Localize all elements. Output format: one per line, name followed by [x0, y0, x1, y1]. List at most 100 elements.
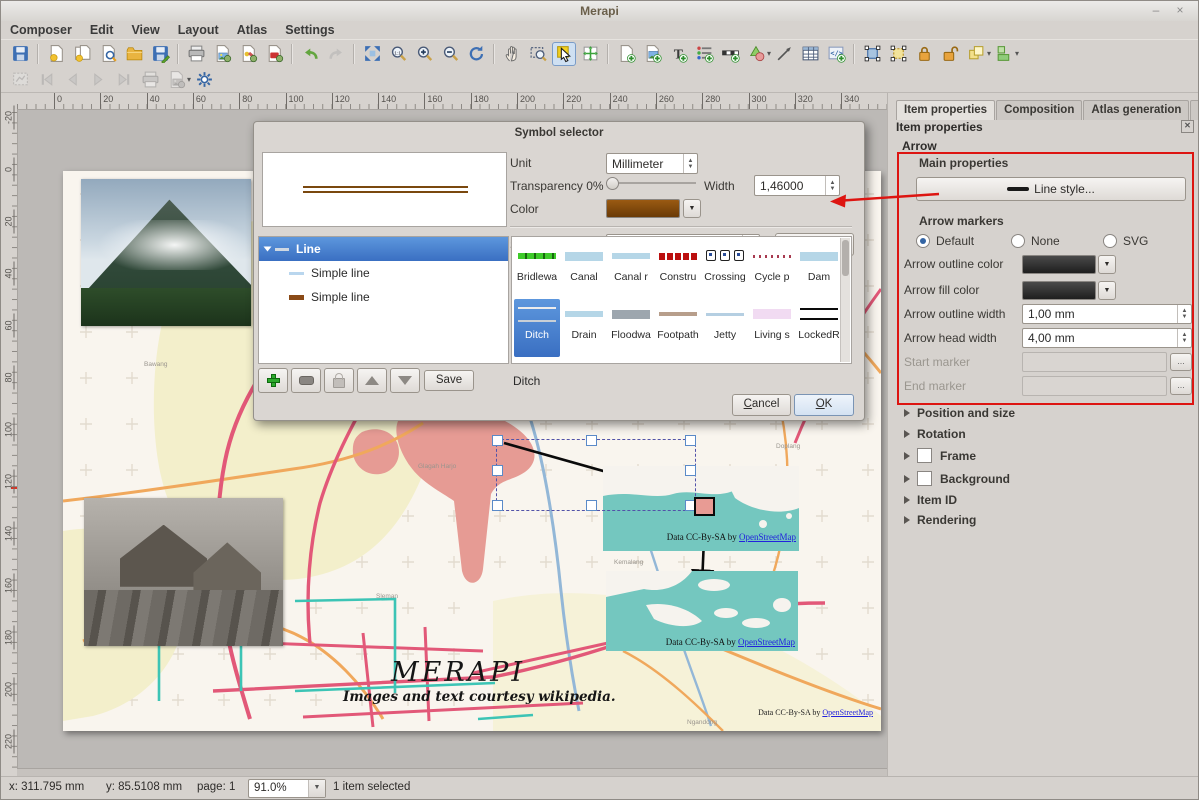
spinner-icon[interactable]: ▲▼: [825, 176, 839, 195]
ungroup-items-icon[interactable]: [886, 42, 910, 66]
add-label-icon[interactable]: T: [666, 42, 690, 66]
cancel-button[interactable]: Cancel: [732, 394, 791, 416]
new-composition-icon[interactable]: [44, 42, 68, 66]
symbol-jetty[interactable]: Jetty: [702, 299, 748, 357]
osm-link-3[interactable]: OpenStreetMap: [822, 708, 873, 717]
add-symbol-layer-button[interactable]: [258, 368, 288, 393]
arrow-markers-header[interactable]: Arrow markers: [904, 214, 1004, 228]
align-items-icon[interactable]: [992, 42, 1016, 66]
lock-items-icon[interactable]: [912, 42, 936, 66]
radio-default[interactable]: Default: [916, 234, 1011, 248]
add-html-frame-icon[interactable]: </>: [824, 42, 848, 66]
zoom-level-combo[interactable]: 91.0% ▼: [248, 779, 326, 798]
chevron-down-icon[interactable]: ▼: [308, 780, 325, 797]
color-swatch[interactable]: [606, 199, 680, 218]
lock-layer-color-button[interactable]: [324, 368, 354, 393]
spinner-icon[interactable]: ▲▼: [683, 154, 697, 173]
load-from-template-icon[interactable]: [122, 42, 146, 66]
selection-handle[interactable]: [492, 500, 503, 511]
pan-icon[interactable]: [500, 42, 524, 66]
chevron-down-icon[interactable]: ▼: [1098, 255, 1116, 274]
symbol-lockedr[interactable]: LockedR: [796, 299, 842, 357]
selection-handle[interactable]: [685, 435, 696, 446]
unlock-items-icon[interactable]: [938, 42, 962, 66]
menu-atlas[interactable]: Atlas: [228, 21, 277, 39]
symbol-tree-row[interactable]: Simple line: [259, 261, 508, 285]
zoom-in-icon[interactable]: [412, 42, 436, 66]
section-background[interactable]: Background: [904, 471, 1010, 486]
menu-edit[interactable]: Edit: [81, 21, 123, 39]
symbol-floodwa[interactable]: Floodwa: [608, 299, 654, 357]
selection-handle[interactable]: [492, 435, 503, 446]
move-item-content-icon[interactable]: [578, 42, 602, 66]
mountain-photo[interactable]: [81, 179, 251, 326]
duplicate-composition-icon[interactable]: [70, 42, 94, 66]
tree-expand-icon[interactable]: [264, 247, 272, 252]
add-scalebar-icon[interactable]: [718, 42, 742, 66]
add-new-map-icon[interactable]: [614, 42, 638, 66]
symbol-bridlewa[interactable]: Bridlewa: [514, 241, 560, 299]
symbol-ditch[interactable]: Ditch: [514, 299, 560, 357]
checkbox[interactable]: [917, 471, 932, 486]
close-button[interactable]: ×: [1172, 3, 1188, 18]
raise-items-icon[interactable]: [964, 42, 988, 66]
remove-symbol-layer-button[interactable]: [291, 368, 321, 393]
unit-combo[interactable]: Millimeter ▲▼: [606, 153, 698, 174]
destroyed-house-photo[interactable]: [84, 498, 283, 646]
refresh-view-icon[interactable]: [464, 42, 488, 66]
color-swatch[interactable]: [1022, 255, 1096, 274]
export-as-svg-icon[interactable]: [236, 42, 260, 66]
section-frame[interactable]: Frame: [904, 448, 976, 463]
width-spin[interactable]: 1,46000 ▲▼: [754, 175, 840, 196]
zoom-full-icon[interactable]: [360, 42, 384, 66]
tab-items[interactable]: Items: [1190, 100, 1199, 120]
symbol-canal[interactable]: Canal: [561, 241, 607, 299]
arrow-target-box[interactable]: [694, 497, 715, 516]
selection-handle[interactable]: [586, 500, 597, 511]
radio-svg[interactable]: SVG: [1103, 234, 1183, 248]
move-layer-down-button[interactable]: [390, 368, 420, 393]
section-rendering[interactable]: Rendering: [904, 513, 976, 527]
symbol-dam[interactable]: Dam: [796, 241, 842, 299]
color-dropdown-button[interactable]: ▼: [683, 199, 701, 218]
menu-layout[interactable]: Layout: [169, 21, 228, 39]
undo-icon[interactable]: [298, 42, 322, 66]
menu-settings[interactable]: Settings: [276, 21, 343, 39]
section-rotation[interactable]: Rotation: [904, 427, 966, 441]
symbol-crossing[interactable]: Crossing: [702, 241, 748, 299]
section-position-and-size[interactable]: Position and size: [904, 406, 1015, 420]
minimize-button[interactable]: –: [1148, 3, 1164, 18]
add-arrow-icon[interactable]: [772, 42, 796, 66]
symbol-constru[interactable]: Constru: [655, 241, 701, 299]
symbol-grid-scrollbar[interactable]: [840, 238, 850, 362]
ok-button[interactable]: OK: [794, 394, 854, 416]
symbol-living-s[interactable]: Living s: [749, 299, 795, 357]
tab-composition[interactable]: Composition: [996, 100, 1082, 120]
select-move-item-icon[interactable]: [552, 42, 576, 66]
add-image-icon[interactable]: [640, 42, 664, 66]
radio-none[interactable]: None: [1011, 234, 1103, 248]
symbol-cycle-p[interactable]: Cycle p: [749, 241, 795, 299]
spin-field[interactable]: 4,00 mm▲▼: [1022, 328, 1192, 348]
color-swatch[interactable]: [1022, 281, 1096, 300]
symbol-tree-row[interactable]: Line: [259, 237, 508, 261]
transparency-slider[interactable]: [606, 176, 696, 188]
symbol-canal-r[interactable]: Canal r: [608, 241, 654, 299]
map-subtitle-label[interactable]: Images and text courtesy wikipedia.: [343, 689, 616, 705]
spinner-icon[interactable]: ▲▼: [1177, 329, 1191, 347]
slider-thumb[interactable]: [606, 177, 619, 190]
export-as-pdf-icon[interactable]: [262, 42, 286, 66]
osm-link-2[interactable]: OpenStreetMap: [738, 637, 795, 647]
selection-handle[interactable]: [685, 465, 696, 476]
composition-manager-icon[interactable]: [96, 42, 120, 66]
group-items-icon[interactable]: [860, 42, 884, 66]
tab-item-properties[interactable]: Item properties: [896, 100, 995, 120]
add-legend-icon[interactable]: [692, 42, 716, 66]
browse-button[interactable]: ...: [1170, 377, 1192, 395]
chevron-down-icon[interactable]: ▼: [1098, 281, 1116, 300]
atlas-settings-icon[interactable]: [192, 68, 216, 92]
add-attribute-table-icon[interactable]: [798, 42, 822, 66]
checkbox[interactable]: [917, 448, 932, 463]
save-as-template-icon[interactable]: [148, 42, 172, 66]
zoom-1-1-icon[interactable]: 1:1: [386, 42, 410, 66]
